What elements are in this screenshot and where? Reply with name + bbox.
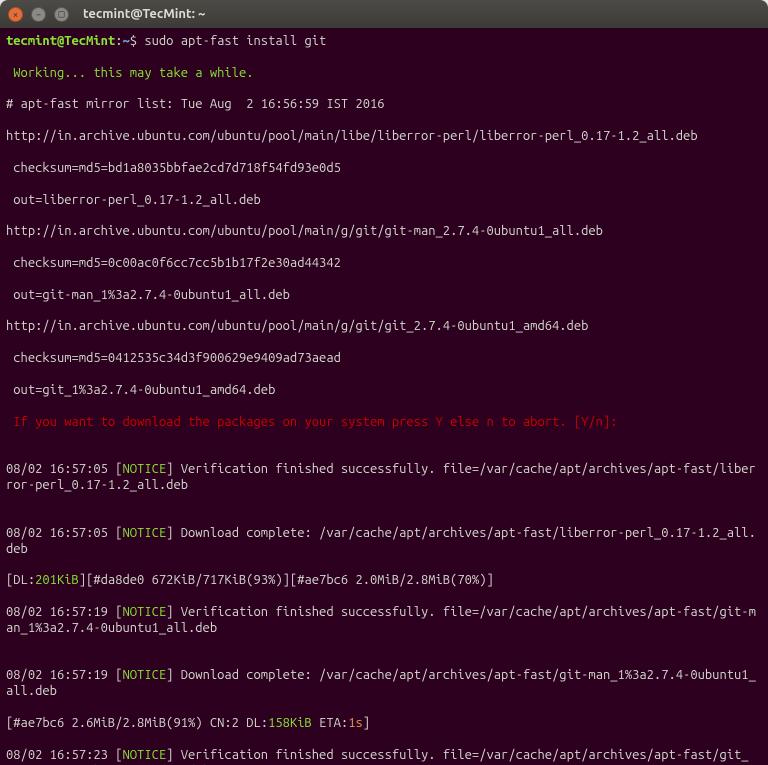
window-title: tecmint@TecMint: ~	[83, 7, 205, 21]
terminal-window: × – □ tecmint@TecMint: ~ tecmint@TecMint…	[0, 0, 768, 765]
eta-value: 1s	[348, 716, 363, 730]
mirror-line: # apt-fast mirror list: Tue Aug 2 16:56:…	[6, 97, 762, 113]
out-line: checksum=md5=0c00ac0f6cc7cc5b1b17f2e30ad…	[6, 256, 762, 272]
notice-tag: NOTICE	[122, 748, 166, 762]
progress-line: [#ae7bc6 2.6MiB/2.8MiB(91%) CN:2 DL:158K…	[6, 716, 762, 732]
prompt-dollar: $	[130, 34, 145, 48]
working-line: Working... this may take a while.	[6, 66, 762, 82]
notice-tag: NOTICE	[122, 668, 166, 682]
typed-command: sudo apt-fast install git	[144, 34, 326, 48]
prompt-user: tecmint@TecMint	[6, 34, 115, 48]
out-line: out=git-man_1%3a2.7.4-0ubuntu1_all.deb	[6, 288, 762, 304]
out-line: http://in.archive.ubuntu.com/ubuntu/pool…	[6, 319, 762, 335]
maximize-icon[interactable]: □	[54, 7, 69, 22]
titlebar[interactable]: × – □ tecmint@TecMint: ~	[0, 0, 768, 28]
notice-line: 08/02 16:57:19 [NOTICE] Download complet…	[6, 668, 762, 700]
out-line: checksum=md5=bd1a8035bbfae2cd7d718f54fd9…	[6, 161, 762, 177]
download-speed: 158KiB	[268, 716, 312, 730]
notice-line: 08/02 16:57:19 [NOTICE] Verification fin…	[6, 605, 762, 637]
window-controls: × – □	[8, 7, 69, 22]
download-speed: 201KiB	[35, 573, 79, 587]
prompt-line: tecmint@TecMint:~$ sudo apt-fast install…	[6, 34, 762, 50]
minimize-icon[interactable]: –	[31, 7, 46, 22]
confirm-line: If you want to download the packages on …	[6, 415, 762, 431]
out-line: out=liberror-perl_0.17-1.2_all.deb	[6, 193, 762, 209]
prompt-path: ~	[122, 34, 129, 48]
notice-line: 08/02 16:57:05 [NOTICE] Download complet…	[6, 526, 762, 558]
notice-tag: NOTICE	[122, 526, 166, 540]
notice-tag: NOTICE	[122, 462, 166, 476]
close-icon[interactable]: ×	[8, 7, 23, 22]
notice-line: 08/02 16:57:23 [NOTICE] Verification fin…	[6, 748, 762, 765]
progress-line: [DL:201KiB][#da8de0 672KiB/717KiB(93%)][…	[6, 573, 762, 589]
notice-line: 08/02 16:57:05 [NOTICE] Verification fin…	[6, 462, 762, 494]
terminal-output[interactable]: tecmint@TecMint:~$ sudo apt-fast install…	[0, 28, 768, 765]
out-line: http://in.archive.ubuntu.com/ubuntu/pool…	[6, 129, 762, 145]
out-line: http://in.archive.ubuntu.com/ubuntu/pool…	[6, 224, 762, 240]
out-line: checksum=md5=0412535c34d3f900629e9409ad7…	[6, 351, 762, 367]
out-line: out=git_1%3a2.7.4-0ubuntu1_amd64.deb	[6, 383, 762, 399]
notice-tag: NOTICE	[122, 605, 166, 619]
